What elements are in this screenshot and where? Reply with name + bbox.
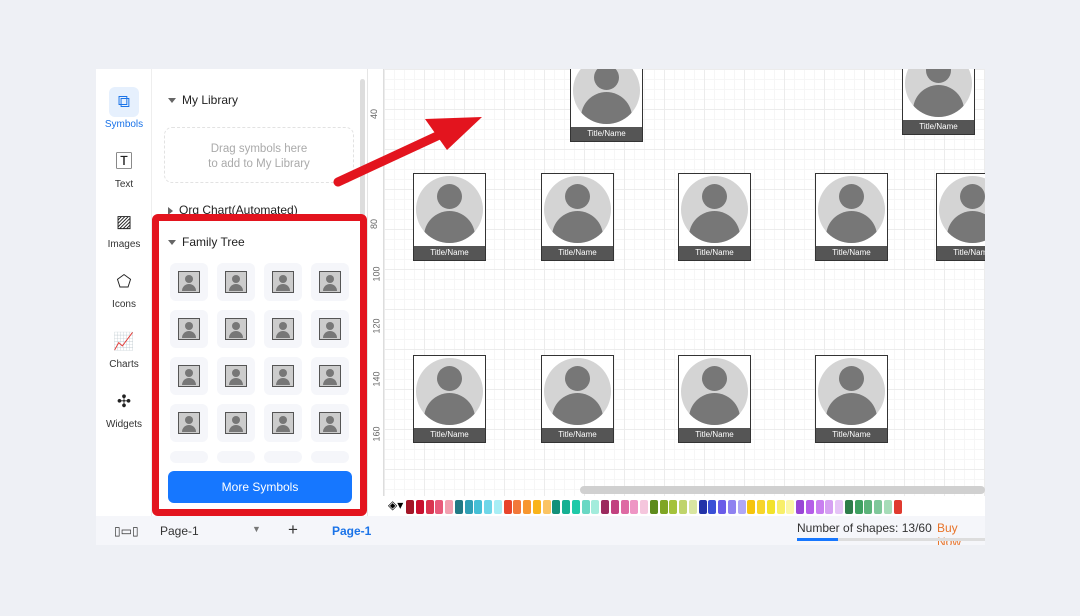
red-arrow-icon (333, 117, 482, 187)
